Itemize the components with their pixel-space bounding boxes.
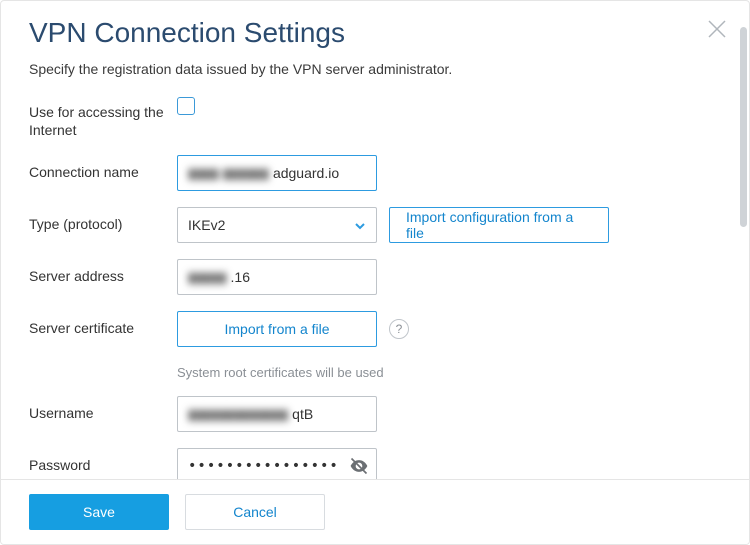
dialog-footer: Save Cancel <box>1 479 749 544</box>
password-input[interactable]: •••••••••••••••• <box>177 448 377 479</box>
close-button[interactable] <box>703 15 731 43</box>
server-address-value: .16 <box>231 269 250 285</box>
row-server-address: Server address ▮▮▮▮▮.16 <box>29 259 721 295</box>
chevron-down-icon <box>354 219 366 231</box>
connection-name-label: Connection name <box>29 155 177 181</box>
help-icon[interactable]: ? <box>389 319 409 339</box>
username-input[interactable]: ▮▮▮▮▮▮▮▮▮▮▮▮▮qtB <box>177 396 377 432</box>
import-config-button[interactable]: Import configuration from a file <box>389 207 609 243</box>
save-button[interactable]: Save <box>29 494 169 530</box>
close-icon <box>706 18 728 40</box>
type-value: IKEv2 <box>188 217 225 233</box>
row-password: Password •••••••••••••••• <box>29 448 721 479</box>
dialog-content: VPN Connection Settings Specify the regi… <box>1 1 749 479</box>
import-cert-button[interactable]: Import from a file <box>177 311 377 347</box>
redacted-text: ▮▮▮▮▮▮▮▮▮▮▮▮▮ <box>188 406 288 423</box>
server-address-label: Server address <box>29 259 177 285</box>
row-connection-name: Connection name ▮▮▮▮ ▮▮▮▮▮▮adguard.io <box>29 155 721 191</box>
row-use-internet: Use for accessing the Internet <box>29 95 721 139</box>
cancel-button[interactable]: Cancel <box>185 494 325 530</box>
username-value: qtB <box>292 406 313 422</box>
dialog-title: VPN Connection Settings <box>29 17 721 49</box>
password-label: Password <box>29 448 177 474</box>
eye-off-icon <box>349 456 369 476</box>
password-value: •••••••••••••••• <box>188 458 339 474</box>
redacted-text: ▮▮▮▮ ▮▮▮▮▮▮ <box>188 165 269 182</box>
row-username: Username ▮▮▮▮▮▮▮▮▮▮▮▮▮qtB <box>29 396 721 432</box>
vpn-settings-dialog: VPN Connection Settings Specify the regi… <box>0 0 750 545</box>
server-cert-hint: System root certificates will be used <box>177 365 384 380</box>
row-server-cert: Server certificate Import from a file ? … <box>29 311 721 380</box>
use-internet-checkbox[interactable] <box>177 97 195 115</box>
server-address-input[interactable]: ▮▮▮▮▮.16 <box>177 259 377 295</box>
use-internet-label: Use for accessing the Internet <box>29 95 177 139</box>
connection-name-input[interactable]: ▮▮▮▮ ▮▮▮▮▮▮adguard.io <box>177 155 377 191</box>
row-type: Type (protocol) IKEv2 Import configurati… <box>29 207 721 243</box>
dialog-subtitle: Specify the registration data issued by … <box>29 61 721 77</box>
username-label: Username <box>29 396 177 422</box>
toggle-password-visibility[interactable] <box>349 456 369 476</box>
type-label: Type (protocol) <box>29 207 177 233</box>
redacted-text: ▮▮▮▮▮ <box>188 269 227 286</box>
connection-name-value: adguard.io <box>273 165 339 181</box>
scrollbar-thumb[interactable] <box>740 27 747 227</box>
server-cert-label: Server certificate <box>29 311 177 337</box>
type-select[interactable]: IKEv2 <box>177 207 377 243</box>
